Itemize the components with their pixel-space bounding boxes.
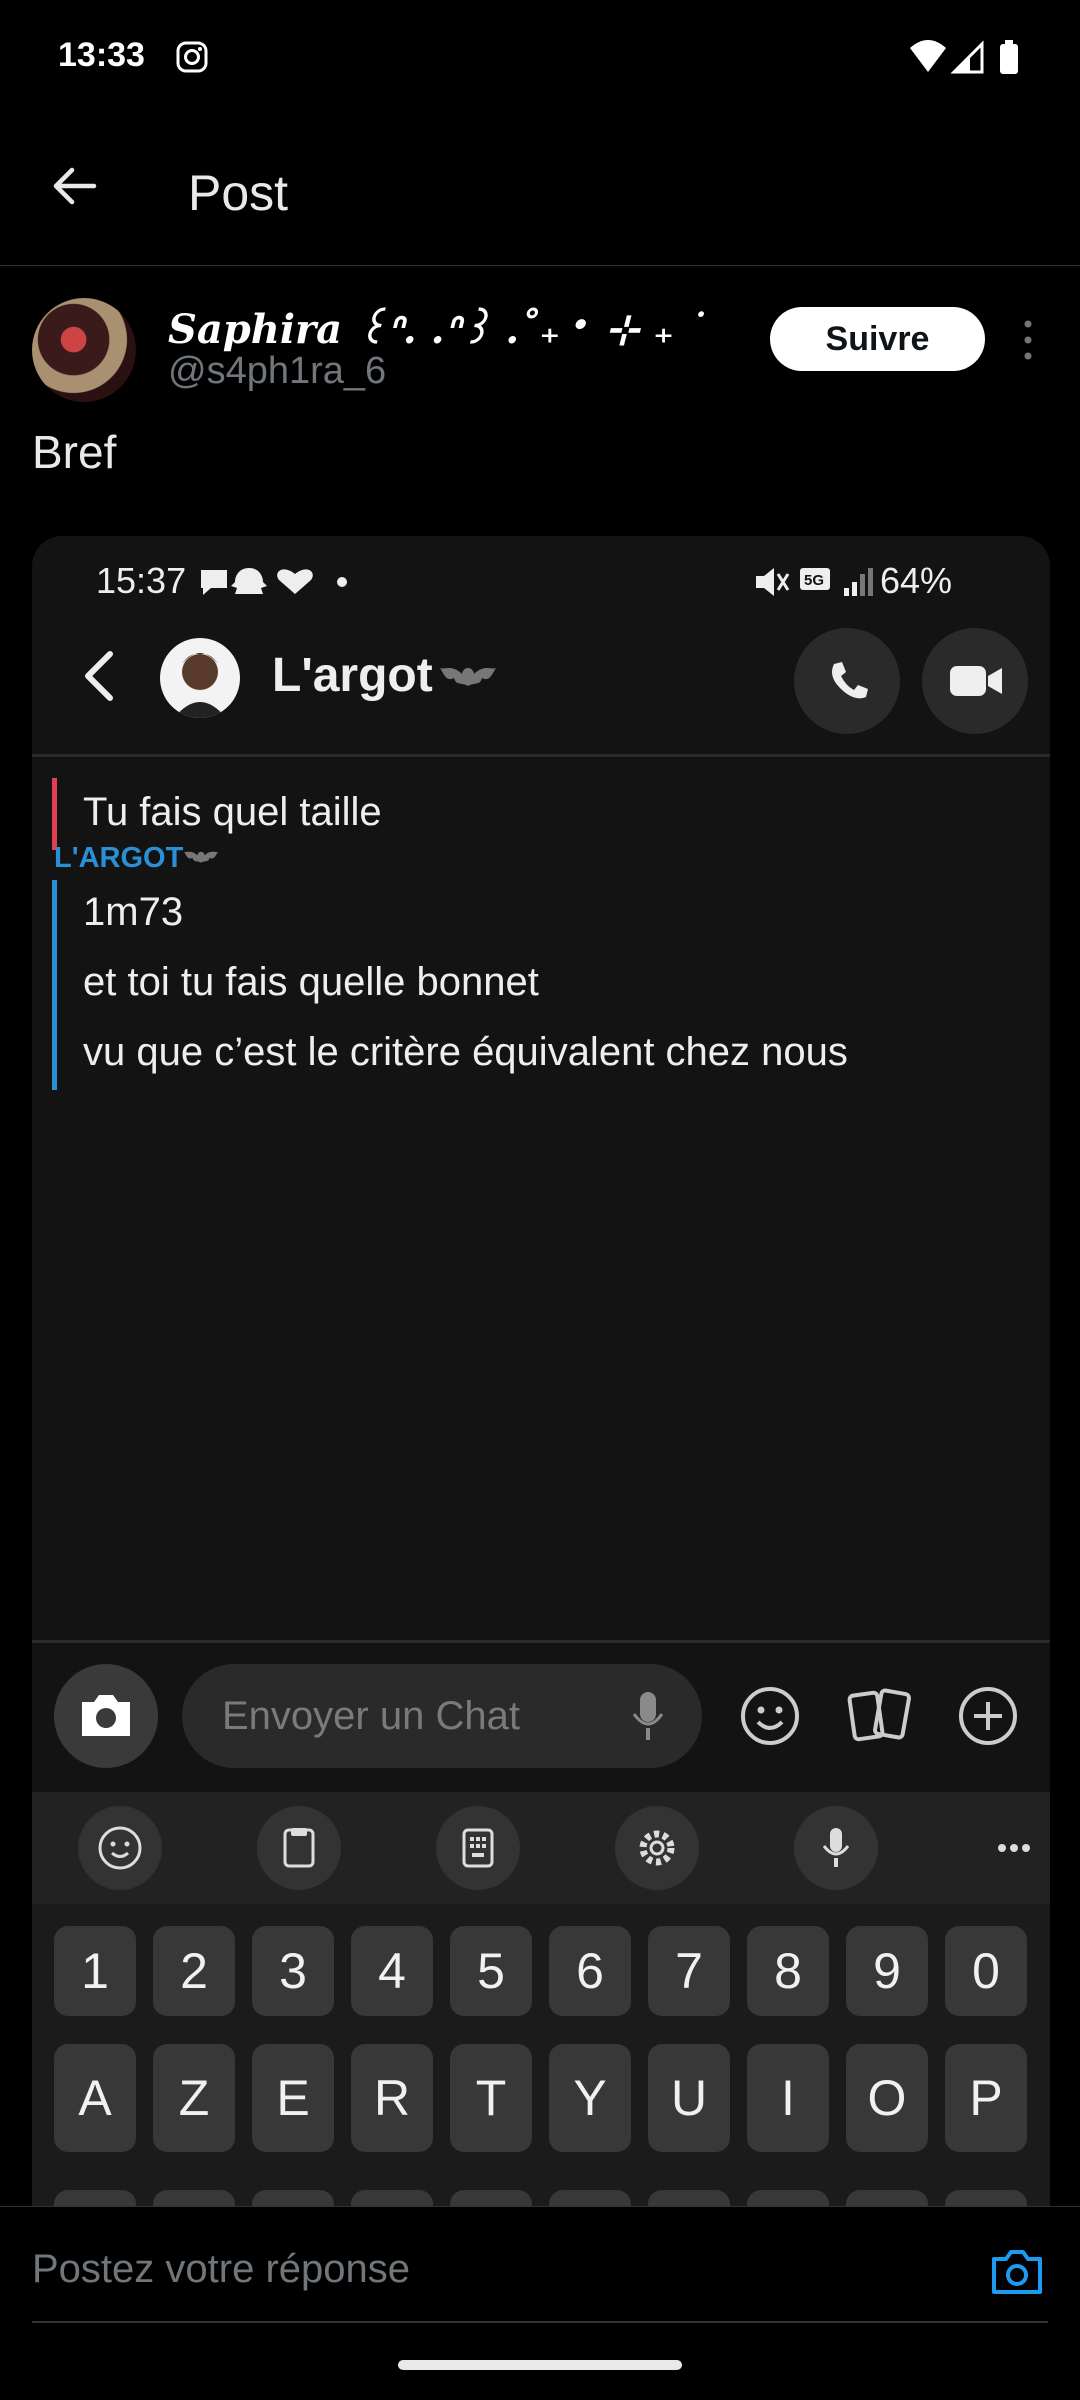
reply-line: 1m73 — [83, 890, 184, 934]
post-text: Bref — [32, 426, 117, 478]
settings-icon — [615, 1806, 699, 1890]
chat-input: Envoyer un Chat — [182, 1664, 702, 1768]
home-indicator[interactable] — [398, 2360, 682, 2370]
follow-button[interactable]: Suivre — [770, 307, 985, 371]
status-time: 13:33 — [58, 36, 145, 74]
phone-icon — [832, 662, 868, 699]
divider — [32, 1640, 1050, 1643]
reply-line: vu que c’est le critère équivalent chez … — [83, 1030, 848, 1074]
status-icons — [910, 40, 1018, 74]
post-image[interactable]: 15:37 5G 64% L'argot Tu fais quel taille… — [32, 536, 1050, 2246]
key-5: 5 — [450, 1926, 532, 2016]
heart-icon — [277, 569, 313, 594]
camera-icon — [82, 1695, 130, 1736]
mute-icon — [756, 568, 790, 596]
mic-icon — [632, 1692, 664, 1740]
snapchat-ghost-icon — [231, 568, 267, 594]
key-2: 2 — [153, 1926, 235, 2016]
back-arrow-icon[interactable] — [48, 160, 100, 212]
status-bar: 13:33 — [0, 0, 1080, 120]
post-header: Post — [0, 120, 1080, 266]
emoji-icon — [741, 1687, 799, 1745]
video-camera-icon — [950, 666, 1002, 696]
quoted-message-text: Tu fais quel taille — [83, 790, 382, 834]
key-a: A — [54, 2044, 136, 2152]
key-u: U — [648, 2044, 730, 2152]
reply-line: et toi tu fais quelle bonnet — [83, 960, 539, 1004]
key-y: Y — [549, 2044, 631, 2152]
contact-name: L'argot — [272, 649, 433, 702]
keyboard: 1 2 3 4 5 6 7 8 9 0 A Z E R T Y U I O P — [32, 1792, 1050, 2246]
key-6: 6 — [549, 1926, 631, 2016]
wifi-icon — [910, 40, 946, 72]
key-1: 1 — [54, 1926, 136, 2016]
embedded-status-icons: 5G — [756, 568, 873, 596]
page-title: Post — [188, 165, 289, 221]
key-9: 9 — [846, 1926, 928, 2016]
author-handle[interactable]: @s4ph1ra_6 — [168, 350, 386, 393]
key-7: 7 — [648, 1926, 730, 2016]
key-z: Z — [153, 2044, 235, 2152]
reply-composer[interactable]: Postez votre réponse — [0, 2206, 1080, 2325]
key-r: R — [351, 2044, 433, 2152]
cards-icon — [847, 1688, 911, 1742]
embedded-notification-icons — [201, 568, 347, 595]
battery-icon — [1000, 40, 1018, 74]
key-3: 3 — [252, 1926, 334, 2016]
key-p: P — [945, 2044, 1027, 2152]
key-t: T — [450, 2044, 532, 2152]
reply-input[interactable]: Postez votre réponse — [32, 2247, 410, 2292]
avatar[interactable] — [32, 298, 136, 402]
video-button — [922, 628, 1028, 734]
embedded-battery-text: 64% — [880, 560, 953, 601]
more-options-icon[interactable] — [1018, 318, 1038, 362]
sender-label: L'ARGOT — [54, 842, 184, 874]
call-button — [794, 628, 900, 734]
chat-bubble-icon — [201, 570, 227, 595]
emoji-icon — [78, 1806, 162, 1890]
clipboard-icon — [257, 1806, 341, 1890]
more-icon — [972, 1806, 1050, 1890]
chat-input-placeholder: Envoyer un Chat — [222, 1694, 520, 1738]
contact-avatar — [160, 638, 240, 718]
author-name[interactable]: Saphira ꒰ᐢ. .ᐢ꒱ .˚₊‧ ⊹ ₊ ˙ — [168, 300, 708, 353]
bat-emoji-icon — [184, 851, 218, 863]
divider — [32, 2321, 1048, 2323]
key-8: 8 — [747, 1926, 829, 2016]
camera-button — [54, 1664, 158, 1768]
key-i: I — [747, 2044, 829, 2152]
divider — [32, 754, 1050, 757]
svg-text:5G: 5G — [804, 572, 824, 589]
signal-bars-icon — [844, 568, 873, 596]
mic-icon — [794, 1806, 878, 1890]
embedded-status-time: 15:37 — [96, 560, 187, 601]
camera-icon[interactable] — [990, 2249, 1044, 2295]
key-o: O — [846, 2044, 928, 2152]
key-e: E — [252, 2044, 334, 2152]
quoted-message: Tu fais quel taille — [52, 778, 957, 850]
5g-icon: 5G — [800, 568, 830, 590]
bat-emoji-icon — [440, 668, 496, 686]
reply-message: 1m73 et toi tu fais quelle bonnet vu que… — [52, 880, 957, 1090]
key-0: 0 — [945, 1926, 1027, 2016]
plus-icon — [959, 1687, 1017, 1745]
chevron-left-icon — [85, 651, 113, 701]
keyboard-toolbar — [32, 1792, 1050, 1904]
signal-icon — [950, 40, 984, 74]
key-4: 4 — [351, 1926, 433, 2016]
numpad-icon — [436, 1806, 520, 1890]
instagram-icon — [176, 41, 208, 73]
